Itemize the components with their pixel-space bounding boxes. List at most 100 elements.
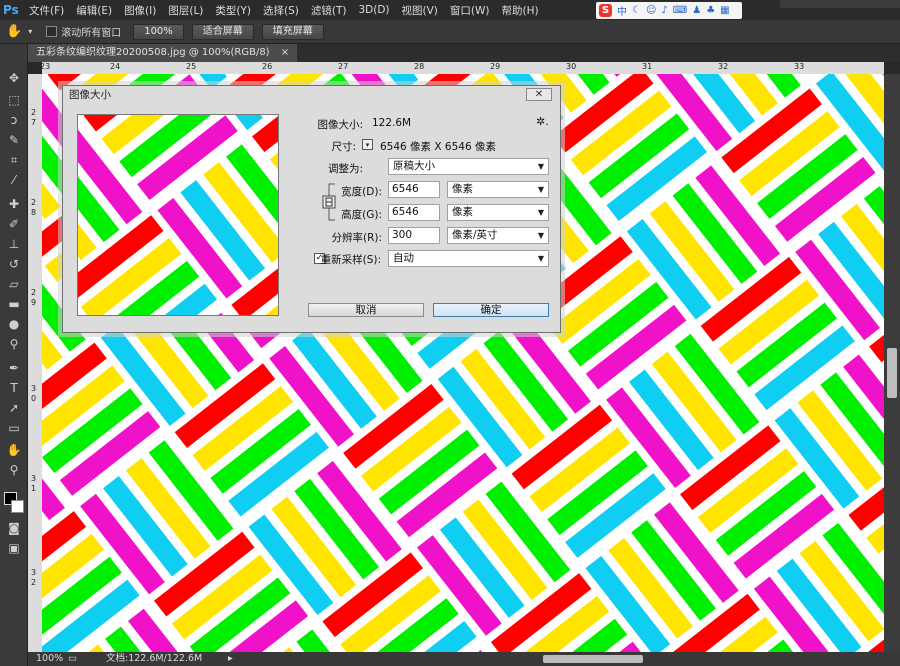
width-label: 宽度(D): <box>341 186 382 198</box>
menu-image[interactable]: 图像(I) <box>118 3 162 18</box>
width-unit: 像素 <box>452 183 473 195</box>
person-icon[interactable]: ♟ <box>692 5 701 16</box>
hand-tool-icon-panel[interactable]: ✋ <box>5 442 23 458</box>
ruler-label: 3 <box>31 568 37 577</box>
fit-screen-button[interactable]: 适合屏幕 <box>191 23 254 40</box>
ruler-label: 24 <box>110 62 121 71</box>
status-menu-icon[interactable]: ▸ <box>228 652 233 666</box>
move-tool-icon[interactable]: ✥ <box>5 70 23 86</box>
ruler-label: 27 <box>338 62 349 71</box>
history-brush-tool-icon[interactable]: ↺ <box>5 256 23 272</box>
height-label: 高度(G): <box>341 209 382 221</box>
resample-dropdown[interactable]: 自动 ▼ <box>388 250 549 267</box>
sogou-logo: S <box>599 4 612 17</box>
menu-window[interactable]: 窗口(W) <box>444 3 496 18</box>
vertical-scrollbar[interactable] <box>884 74 900 652</box>
mic-icon[interactable]: ♪ <box>661 5 667 16</box>
ok-button[interactable]: 确定 <box>433 303 549 317</box>
gradient-tool-icon[interactable]: ▬ <box>5 296 23 312</box>
image-size-dialog: 图像大小 ✕ 图像大小: 122.6M ✲. 尺寸: ▾ 6546 像素 X 6… <box>62 85 561 333</box>
vertical-scroll-thumb[interactable] <box>887 348 897 398</box>
scroll-all-windows[interactable]: 滚动所有窗口 <box>46 24 121 39</box>
marquee-tool-icon[interactable]: ⬚ <box>5 92 23 108</box>
dodge-tool-icon[interactable]: ⚲ <box>5 336 23 352</box>
rectangle-tool-icon[interactable]: ▭ <box>5 420 23 436</box>
height-input[interactable]: 6546 <box>388 204 440 221</box>
options-bar: ✋ ▾ 滚动所有窗口 100% 适合屏幕 填充屏幕 <box>0 20 900 44</box>
screen-mode-icon[interactable]: ▣ <box>5 540 23 556</box>
type-tool-icon[interactable]: T <box>5 380 23 396</box>
ruler-label: 3 <box>31 384 37 393</box>
cancel-button[interactable]: 取消 <box>308 303 424 317</box>
height-unit-dropdown[interactable]: 像素 ▼ <box>447 204 549 221</box>
eraser-tool-icon[interactable]: ▱ <box>5 276 23 292</box>
width-input[interactable]: 6546 <box>388 181 440 198</box>
menu-help[interactable]: 帮助(H) <box>496 3 545 18</box>
status-info-icon[interactable]: ▭ <box>68 652 77 666</box>
status-bar: 100% ▭ 文档:122.6M/122.6M ▸ <box>28 652 900 666</box>
ruler-label: 2 <box>31 198 37 207</box>
close-tab-icon[interactable]: × <box>281 47 289 58</box>
quick-mask-icon[interactable]: ◙ <box>5 520 23 536</box>
moon-icon[interactable]: ☾ <box>632 5 641 16</box>
clone-stamp-tool-icon[interactable]: ⊥ <box>5 236 23 252</box>
resample-value: 自动 <box>393 252 414 264</box>
ime-toolbar[interactable]: S 中 ☾ ☺ ♪ ⌨ ♟ ♣ ▦ <box>596 2 742 19</box>
menu-3d[interactable]: 3D(D) <box>352 4 395 16</box>
menu-filter[interactable]: 滤镜(T) <box>305 3 353 18</box>
menu-edit[interactable]: 编辑(E) <box>70 3 118 18</box>
zoom-100-button[interactable]: 100% <box>133 23 184 40</box>
menu-select[interactable]: 选择(S) <box>257 3 305 18</box>
keyboard-icon[interactable]: ⌨ <box>673 5 687 16</box>
menu-type[interactable]: 类型(Y) <box>209 3 257 18</box>
fit-to-dropdown[interactable]: 原稿大小 ▼ <box>388 158 549 175</box>
horizontal-scroll-thumb[interactable] <box>543 655 643 663</box>
fill-screen-button[interactable]: 填充屏幕 <box>261 23 324 40</box>
brush-tool-icon[interactable]: ✐ <box>5 216 23 232</box>
menu-view[interactable]: 视图(V) <box>396 3 444 18</box>
dialog-close-button[interactable]: ✕ <box>526 88 552 101</box>
hand-tool-icon: ✋ <box>6 24 23 39</box>
ime-mode[interactable]: 中 <box>617 3 627 18</box>
document-title: 五彩条纹编织纹理20200508.jpg @ 100%(RGB/8) <box>36 47 270 58</box>
menu-layer[interactable]: 图层(L) <box>162 3 209 18</box>
background-color-swatch[interactable] <box>11 500 24 513</box>
pen-tool-icon[interactable]: ✒ <box>5 360 23 376</box>
fit-to-value: 原稿大小 <box>393 160 435 172</box>
smile-icon[interactable]: ☺ <box>646 5 656 16</box>
image-preview[interactable] <box>77 114 279 316</box>
gear-icon[interactable]: ✲. <box>536 115 549 128</box>
menu-file[interactable]: 文件(F) <box>23 3 70 18</box>
tool-preset-icon[interactable]: ▾ <box>28 27 32 36</box>
ruler-label: 9 <box>31 298 37 307</box>
path-select-tool-icon[interactable]: ➚ <box>5 400 23 416</box>
zoom-level[interactable]: 100% <box>36 652 63 666</box>
resolution-unit-dropdown[interactable]: 像素/英寸 ▼ <box>447 227 549 244</box>
tools-panel: ✥ ⬚ ↄ ✎ ⌗ ⁄ ✚ ✐ ⊥ ↺ ▱ ▬ ● ⚲ ✒ T ➚ ▭ ✋ ⚲ … <box>0 44 28 666</box>
blur-tool-icon[interactable]: ● <box>5 316 23 332</box>
scroll-all-label: 滚动所有窗口 <box>61 28 122 39</box>
window-controls[interactable] <box>780 0 900 8</box>
ruler-label: 7 <box>31 118 37 127</box>
zoom-tool-icon[interactable]: ⚲ <box>5 462 23 478</box>
grid-icon[interactable]: ▦ <box>720 5 729 16</box>
ruler-label: 23 <box>40 62 51 71</box>
ruler-vertical: 2 7 2 8 2 9 3 0 3 1 3 2 <box>28 74 42 652</box>
eyedropper-tool-icon[interactable]: ⁄ <box>5 172 23 188</box>
document-tab[interactable]: 五彩条纹编织纹理20200508.jpg @ 100%(RGB/8) × <box>28 44 298 62</box>
crop-tool-icon[interactable]: ⌗ <box>5 152 23 168</box>
quick-select-tool-icon[interactable]: ✎ <box>5 132 23 148</box>
ruler-label: 28 <box>414 62 425 71</box>
scroll-all-checkbox[interactable] <box>46 26 58 37</box>
resolution-input[interactable]: 300 <box>388 227 440 244</box>
ruler-label: 29 <box>490 62 501 71</box>
shirt-icon[interactable]: ♣ <box>706 5 715 16</box>
ruler-label: 32 <box>718 62 729 71</box>
healing-brush-tool-icon[interactable]: ✚ <box>5 196 23 212</box>
ruler-label: 26 <box>262 62 273 71</box>
ruler-label: 1 <box>31 484 37 493</box>
width-unit-dropdown[interactable]: 像素 ▼ <box>447 181 549 198</box>
lasso-tool-icon[interactable]: ↄ <box>5 112 23 128</box>
dimensions-toggle[interactable]: ▾ <box>362 139 373 150</box>
constrain-link-icon[interactable] <box>321 182 343 222</box>
